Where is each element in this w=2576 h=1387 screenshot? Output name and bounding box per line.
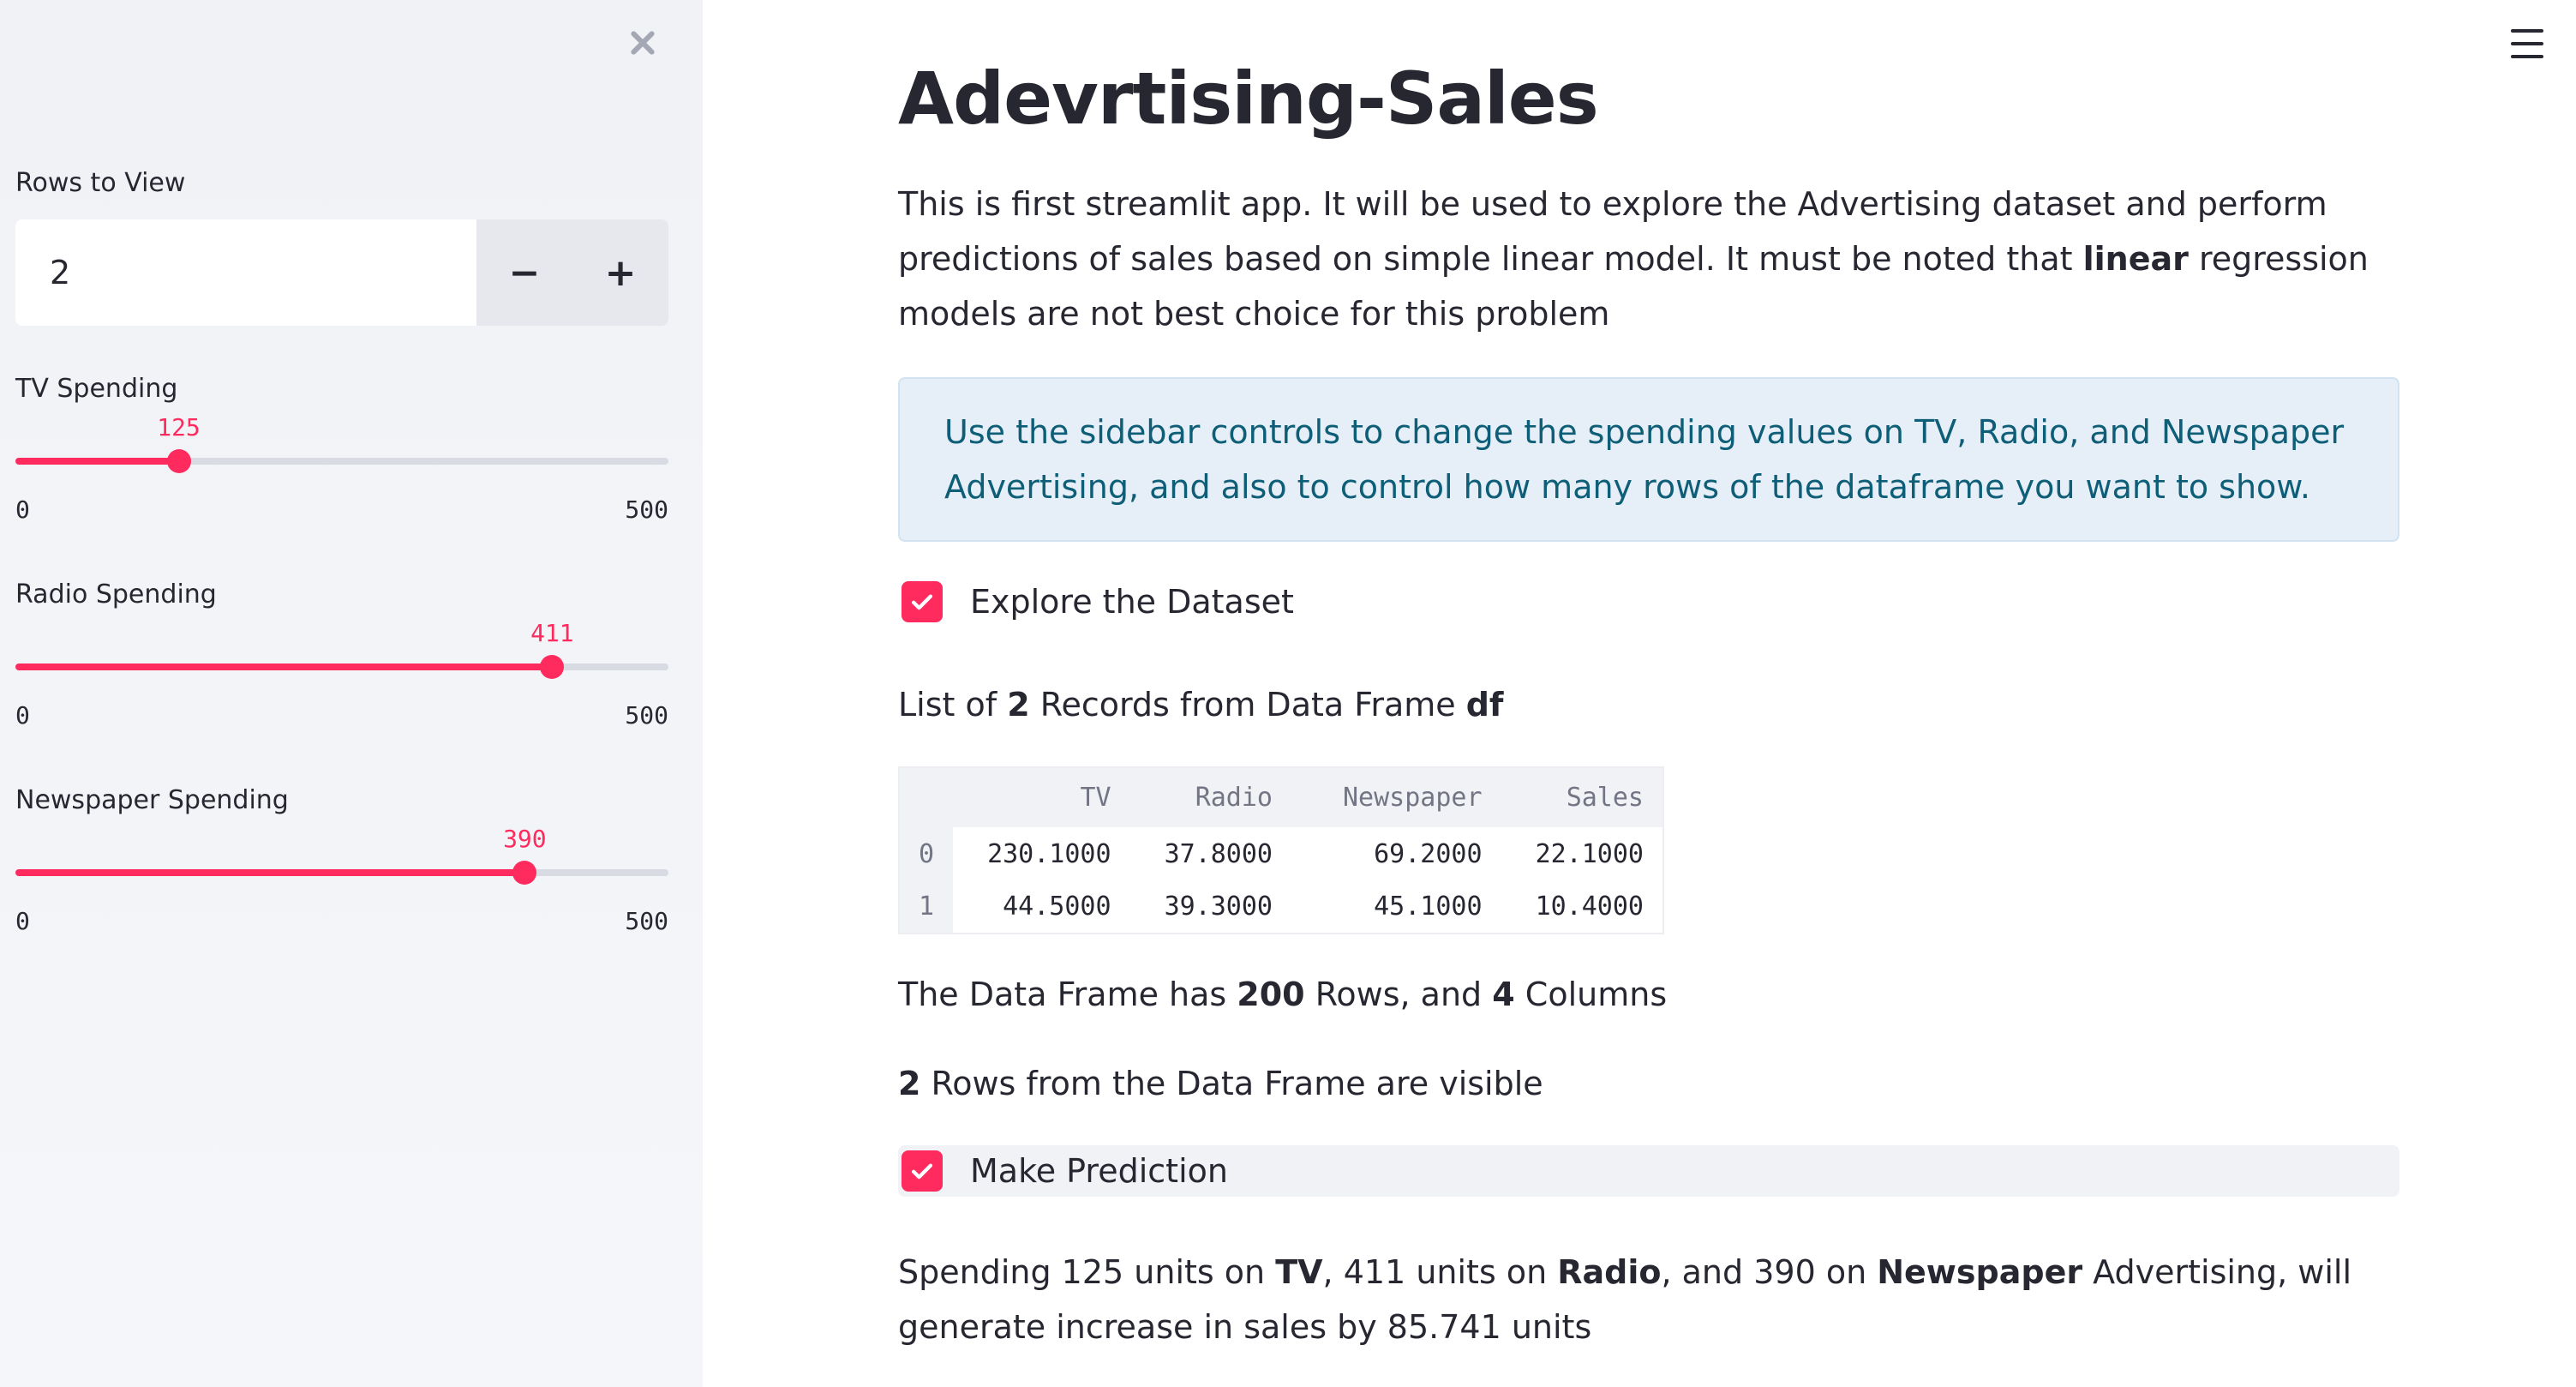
- sidebar: Rows to View − + TV Spending 125 0 500 R…: [0, 0, 703, 1387]
- radio-spending-slider[interactable]: 411 0 500: [15, 619, 668, 739]
- slider-min: 0: [15, 701, 30, 730]
- table-cell: 10.4000: [1535, 892, 1644, 922]
- info-alert: Use the sidebar controls to change the s…: [898, 377, 2399, 542]
- rows-to-view-stepper: − +: [15, 219, 668, 326]
- table-cell: 230.1000: [987, 838, 1111, 869]
- dataframe-table: TV Radio Newspaper Sales 0 230.1000 37.8…: [898, 766, 1664, 934]
- menu-icon[interactable]: [2511, 29, 2543, 58]
- newspaper-spending-slider[interactable]: 390 0 500: [15, 825, 668, 945]
- slider-thumb[interactable]: [512, 861, 537, 885]
- column-header[interactable]: Newspaper: [1291, 767, 1501, 827]
- explore-dataset-checkbox[interactable]: [902, 581, 943, 622]
- records-caption: List of 2 Records from Data Frame df: [898, 686, 1504, 724]
- explore-dataset-label: Explore the Dataset: [970, 583, 1294, 621]
- tv-spending-slider[interactable]: 125 0 500: [15, 413, 668, 533]
- slider-fill: [15, 458, 179, 465]
- table-cell: 69.2000: [1374, 838, 1483, 869]
- page-title: Adevrtising-Sales: [898, 57, 1599, 141]
- slider-fill: [15, 663, 553, 670]
- make-prediction-checkbox[interactable]: [902, 1150, 943, 1192]
- slider-thumb[interactable]: [540, 655, 565, 679]
- make-prediction-label: Make Prediction: [970, 1152, 1228, 1190]
- newspaper-spending-label: Newspaper Spending: [15, 785, 289, 815]
- row-index: 1: [899, 880, 954, 934]
- table-header-row: TV Radio Newspaper Sales: [899, 767, 1663, 827]
- explore-dataset-checkbox-row[interactable]: Explore the Dataset: [898, 576, 2399, 627]
- dataframe-shape-text: The Data Frame has 200 Rows, and 4 Colum…: [898, 976, 1668, 1013]
- intro-paragraph: This is first streamlit app. It will be …: [898, 185, 2369, 333]
- slider-max: 500: [625, 495, 668, 524]
- slider-thumb[interactable]: [166, 449, 191, 473]
- check-icon: [911, 1163, 933, 1180]
- visible-rows-text: 2 Rows from the Data Frame are visible: [898, 1065, 1543, 1102]
- column-header[interactable]: Radio: [1129, 767, 1291, 827]
- table-cell: 45.1000: [1374, 892, 1483, 922]
- rows-to-view-label: Rows to View: [15, 168, 186, 198]
- column-header[interactable]: TV: [953, 767, 1130, 827]
- table-row: 1 44.5000 39.3000 45.1000 10.4000: [899, 880, 1663, 934]
- table-row: 0 230.1000 37.8000 69.2000 22.1000: [899, 827, 1663, 880]
- slider-value: 390: [503, 825, 547, 853]
- table-cell: 39.3000: [1164, 892, 1273, 922]
- slider-value: 411: [530, 619, 574, 647]
- row-index: 0: [899, 827, 954, 880]
- decrement-button[interactable]: −: [476, 219, 572, 326]
- table-cell: 44.5000: [1003, 892, 1111, 922]
- tv-spending-label: TV Spending: [15, 374, 178, 404]
- slider-value: 125: [157, 413, 201, 441]
- slider-max: 500: [625, 907, 668, 935]
- slider-min: 0: [15, 907, 30, 935]
- column-header: [899, 767, 954, 827]
- stepper-buttons: − +: [476, 219, 668, 326]
- rows-to-view-input[interactable]: [15, 219, 476, 326]
- make-prediction-checkbox-row[interactable]: Make Prediction: [898, 1145, 2399, 1197]
- slider-min: 0: [15, 495, 30, 524]
- increment-button[interactable]: +: [572, 219, 668, 326]
- prediction-result-text: Spending 125 units on TV, 411 units on R…: [898, 1253, 2352, 1346]
- slider-fill: [15, 869, 525, 876]
- slider-max: 500: [625, 701, 668, 730]
- check-icon: [911, 594, 933, 610]
- column-header[interactable]: Sales: [1501, 767, 1663, 827]
- table-cell: 37.8000: [1164, 838, 1273, 869]
- table-cell: 22.1000: [1535, 838, 1644, 869]
- radio-spending-label: Radio Spending: [15, 579, 217, 609]
- close-icon[interactable]: [626, 26, 660, 60]
